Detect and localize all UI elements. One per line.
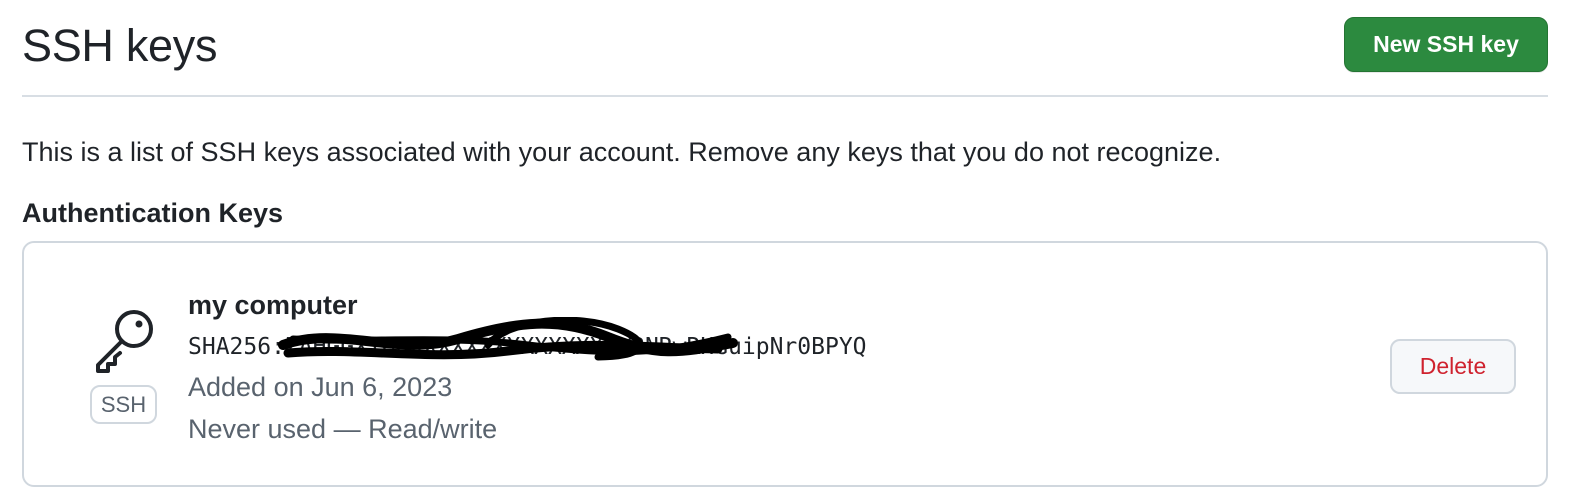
key-fingerprint: SHA256:ZAHGGXIGUXXXXXXXXXXXXXXXWRNRwRHGu… <box>188 317 867 363</box>
delete-key-button[interactable]: Delete <box>1390 339 1516 394</box>
page-description: This is a list of SSH keys associated wi… <box>22 137 1222 167</box>
key-added-date: Added on Jun 6, 2023 <box>188 372 453 402</box>
header-divider <box>22 95 1548 97</box>
ssh-key-item: SSH my computer SHA256:ZAHGGXIGUXXXXXXXX… <box>22 241 1548 487</box>
key-usage-status: Never used — Read/write <box>188 414 498 444</box>
page-title: SSH keys <box>22 20 218 71</box>
new-ssh-key-button[interactable]: New SSH key <box>1344 17 1548 72</box>
key-title: my computer <box>188 290 358 320</box>
ssh-badge: SSH <box>90 385 157 424</box>
ssh-keys-page: SSH keys New SSH key This is a list of S… <box>0 0 1578 502</box>
section-heading: Authentication Keys <box>22 198 284 228</box>
key-icon <box>90 307 158 375</box>
fingerprint-text: SHA256:ZAHGGXIGUXXXXXXXXXXXXXXXWRNRwRHGu… <box>188 334 867 360</box>
